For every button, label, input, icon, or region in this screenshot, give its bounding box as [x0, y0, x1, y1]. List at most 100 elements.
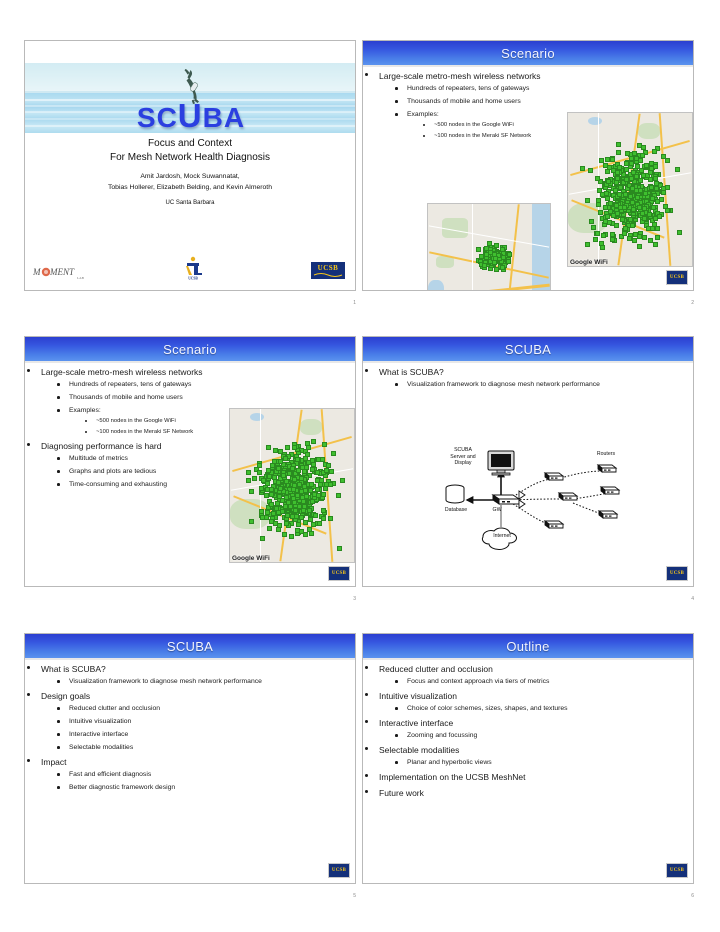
slide-title: Outline — [506, 638, 550, 654]
routers-label: Routers — [596, 451, 616, 457]
bullet-text: Time-consuming and exhausting — [69, 481, 167, 488]
ucsb-corner-text: UCSB — [331, 868, 347, 873]
ucsb-corner-logo: UCSB — [666, 566, 688, 581]
bullet-dot — [365, 720, 368, 723]
bullet-list-level-2: Reduced clutter and occlusion Intuitive … — [55, 705, 355, 751]
bullet-item: Visualization framework to diagnose mesh… — [55, 678, 355, 685]
bullet-item: Choice of color schemes, sizes, shapes, … — [393, 705, 693, 712]
wordmark-post: BA — [202, 102, 246, 133]
bullet-item: Hundreds of repeaters, tens of gateways — [393, 85, 693, 92]
svg-text:MENT: MENT — [49, 267, 75, 277]
moment-lab-logo: M MENT LAB — [33, 267, 85, 280]
logo-row: M MENT LAB UCSB UCSB — [25, 256, 355, 282]
bullet-text: Reduced clutter and occlusion — [69, 705, 161, 712]
bullet-item: Design goals Reduced clutter and occlusi… — [25, 691, 355, 751]
google-wifi-map: Google WiFi — [567, 112, 693, 267]
wordmark-pre: SC — [136, 102, 178, 133]
slide-4[interactable]: SCUBA What is SCUBA? Visualization frame… — [362, 336, 696, 602]
ucsb-corner-text: UCSB — [669, 275, 685, 280]
slide-2[interactable]: Scenario Large-scale metro-mesh wireless… — [362, 40, 696, 306]
bullet-text: Hundreds of repeaters, tens of gateways — [407, 85, 530, 92]
slide-handout-page: SCUBA Focus and Context For Mesh Network… — [0, 0, 720, 932]
slide-3[interactable]: Scenario Large-scale metro-mesh wireless… — [24, 336, 358, 602]
slide-4-frame: SCUBA What is SCUBA? Visualization frame… — [362, 336, 694, 587]
bullet-dot — [57, 720, 60, 723]
bullet-text: Implementation on the UCSB MeshNet — [379, 772, 526, 782]
bullet-dot — [27, 369, 30, 372]
bullet-list-level-1: Reduced clutter and occlusion Focus and … — [363, 664, 693, 798]
bullet-text: Multitude of metrics — [69, 455, 128, 462]
bullet-text: Thousands of mobile and home users — [407, 98, 521, 105]
gateway-label: GW — [492, 507, 502, 513]
bullet-dot — [423, 124, 426, 127]
bullet-text: What is SCUBA? — [41, 664, 106, 674]
page-number: 4 — [691, 596, 694, 602]
router-icon — [543, 520, 565, 529]
bullet-dot — [27, 666, 30, 669]
bullet-item: Visualization framework to diagnose mesh… — [393, 381, 693, 388]
bullet-dot — [395, 383, 398, 386]
internet-label: Internet — [493, 533, 511, 539]
bullet-item: What is SCUBA? Visualization framework t… — [363, 367, 693, 388]
slide-body: What is SCUBA? Visualization framework t… — [25, 658, 355, 883]
bullet-dot — [365, 73, 368, 76]
slide-title-bar: SCUBA — [25, 634, 355, 660]
bullet-item: Focus and context approach via tiers of … — [393, 678, 693, 685]
bullet-list-level-2: Visualization framework to diagnose mesh… — [393, 381, 693, 388]
router-icon — [557, 492, 579, 501]
bullet-text: Choice of color schemes, sizes, shapes, … — [407, 705, 568, 712]
page-number: 5 — [353, 893, 356, 899]
ucsb-corner-text: UCSB — [669, 868, 685, 873]
bullet-text: Visualization framework to diagnose mesh… — [407, 381, 600, 388]
slide-5[interactable]: SCUBA What is SCUBA? Visualization frame… — [24, 633, 358, 899]
slide-body: Large-scale metro-mesh wireless networks… — [25, 361, 355, 586]
bullet-text: Fast and efficient diagnosis — [69, 771, 152, 778]
page-number: 3 — [353, 596, 356, 602]
bullet-dot — [27, 443, 30, 446]
il-ucsb-logo: UCSB — [186, 256, 202, 281]
slide-title: Scenario — [163, 341, 217, 357]
svg-text:UCSB: UCSB — [188, 277, 198, 281]
bullet-text: Focus and context approach via tiers of … — [407, 678, 550, 685]
slide-6-frame: Outline Reduced clutter and occlusion Fo… — [362, 633, 694, 884]
bullet-list-level-2: Zooming and focussing — [393, 732, 693, 739]
bullet-item: Interactive interface — [55, 731, 355, 738]
bullet-text: ~500 nodes in the Google WiFi — [434, 122, 514, 128]
monitor-icon — [487, 450, 515, 476]
bullet-text: Selectable modalities — [379, 745, 460, 755]
ucsb-logo: UCSB — [311, 262, 345, 279]
bullet-text: Interactive interface — [69, 731, 129, 738]
database-label: Database — [444, 507, 468, 513]
bullet-item: Implementation on the UCSB MeshNet — [363, 772, 693, 782]
bullet-dot — [57, 680, 60, 683]
slide-body: Reduced clutter and occlusion Focus and … — [363, 658, 693, 883]
bullet-dot — [57, 457, 60, 460]
bullet-list-level-2: Visualization framework to diagnose mesh… — [55, 678, 355, 685]
ocean-background-image: SCUBA — [25, 63, 355, 133]
bullet-text: Graphs and plots are tedious — [69, 468, 157, 475]
bullet-text: Impact — [41, 757, 67, 767]
slide-title-bar: Scenario — [25, 337, 355, 363]
server-display-label: SCUBA Server and Display — [439, 447, 487, 467]
authors-line-2: Tobias Hollerer, Elizabeth Belding, and … — [108, 184, 272, 191]
bullet-text: Intuitive visualization — [69, 718, 132, 725]
bullet-item: Hundreds of repeaters, tens of gateways — [55, 381, 355, 388]
router-icon — [597, 510, 619, 519]
bullet-item: Reduced clutter and occlusion Focus and … — [363, 664, 693, 685]
bullet-dot — [57, 470, 60, 473]
ucsb-logo-text: UCSB — [317, 264, 339, 272]
database-icon — [445, 484, 465, 504]
bullet-text: Interactive interface — [379, 718, 454, 728]
bullet-dot — [27, 759, 30, 762]
bullet-dot — [57, 396, 60, 399]
bullet-item: Thousands of mobile and home users — [55, 394, 355, 401]
bullet-dot — [365, 747, 368, 750]
bullet-dot — [395, 761, 398, 764]
slide-6[interactable]: Outline Reduced clutter and occlusion Fo… — [362, 633, 696, 899]
bullet-text: Examples: — [69, 407, 101, 414]
slide-1[interactable]: SCUBA Focus and Context For Mesh Network… — [24, 40, 358, 306]
bullet-text: Design goals — [41, 691, 91, 701]
bullet-dot — [365, 774, 368, 777]
bullet-text: Reduced clutter and occlusion — [379, 664, 493, 674]
bullet-dot — [57, 786, 60, 789]
